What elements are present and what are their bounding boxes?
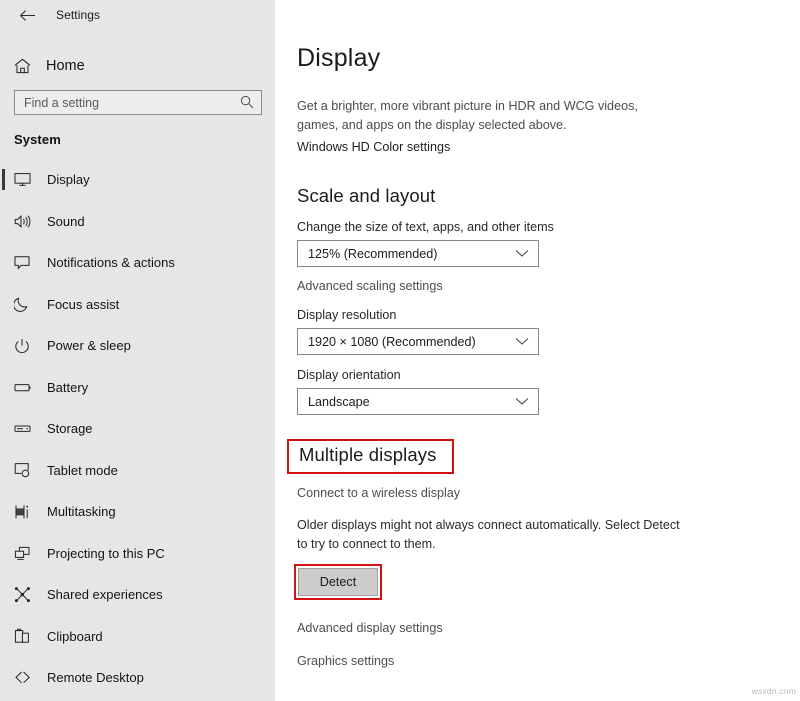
sidebar-item-battery-label: Battery <box>47 379 89 395</box>
resolution-dropdown-value: 1920 × 1080 (Recommended) <box>308 334 476 349</box>
sidebar-item-focus-assist-label: Focus assist <box>47 296 120 312</box>
sidebar-item-home-label: Home <box>46 58 85 74</box>
share-nodes-icon <box>14 586 38 603</box>
projecting-icon <box>14 546 38 561</box>
scale-and-layout-heading: Scale and layout <box>297 185 436 206</box>
chevron-down-icon <box>515 393 529 411</box>
sidebar: Settings Home System <box>0 0 275 701</box>
sidebar-item-remote-desktop[interactable]: Remote Desktop <box>0 657 275 699</box>
multiple-displays-heading: Multiple displays <box>299 444 437 465</box>
battery-icon <box>14 381 38 394</box>
detect-button[interactable]: Detect <box>298 568 378 596</box>
page-title: Display <box>297 44 381 72</box>
sidebar-item-focus-assist[interactable]: Focus assist <box>0 284 275 326</box>
sidebar-item-shared-experiences-label: Shared experiences <box>47 587 163 603</box>
watermark: wsxdn.com <box>751 686 796 696</box>
title-bar: Settings <box>0 0 275 30</box>
sidebar-nav: Display Sound Notifications & actions Fo… <box>0 159 275 699</box>
selection-indicator <box>2 169 5 190</box>
multitasking-icon <box>14 504 38 520</box>
detect-description: Older displays might not always connect … <box>297 518 680 551</box>
chevron-down-icon <box>515 333 529 351</box>
sidebar-item-display-label: Display <box>47 172 90 188</box>
power-icon <box>14 338 38 354</box>
orientation-dropdown-value: Landscape <box>308 394 370 409</box>
chevron-down-icon <box>515 245 529 263</box>
sidebar-item-sound-label: Sound <box>47 213 85 229</box>
sidebar-item-storage-label: Storage <box>47 421 93 437</box>
scale-label: Change the size of text, apps, and other… <box>297 220 554 234</box>
detect-highlight-box: Detect <box>294 564 382 600</box>
hdr-description: Get a brighter, more vibrant picture in … <box>297 99 638 132</box>
storage-icon <box>14 422 38 435</box>
speech-bubble-icon <box>14 255 38 270</box>
sidebar-item-battery[interactable]: Battery <box>0 367 275 409</box>
advanced-scaling-settings-link[interactable]: Advanced scaling settings <box>297 279 443 293</box>
resolution-label: Display resolution <box>297 308 397 322</box>
sidebar-item-tablet-mode[interactable]: Tablet mode <box>0 450 275 492</box>
footer-links: Advanced display settings Graphics setti… <box>297 621 800 668</box>
sidebar-item-storage[interactable]: Storage <box>0 408 275 450</box>
orientation-label: Display orientation <box>297 368 401 382</box>
sidebar-item-tablet-mode-label: Tablet mode <box>47 462 118 478</box>
home-icon <box>14 58 36 74</box>
remote-desktop-icon <box>14 670 38 685</box>
scale-dropdown-value: 125% (Recommended) <box>308 246 438 261</box>
multiple-displays-highlight-box: Multiple displays <box>287 439 455 474</box>
sidebar-item-projecting-label: Projecting to this PC <box>47 545 165 561</box>
sidebar-item-notifications-label: Notifications & actions <box>47 255 175 271</box>
sidebar-item-sound[interactable]: Sound <box>0 201 275 243</box>
sidebar-item-power-sleep-label: Power & sleep <box>47 338 131 354</box>
moon-icon <box>14 296 38 313</box>
clipboard-icon <box>14 628 38 644</box>
window-title: Settings <box>56 8 101 22</box>
search-input[interactable] <box>15 91 261 114</box>
back-arrow-icon[interactable] <box>12 4 42 26</box>
sidebar-item-multitasking-label: Multitasking <box>47 504 116 520</box>
sidebar-item-shared-experiences[interactable]: Shared experiences <box>0 574 275 616</box>
settings-window: Settings Home System <box>0 0 800 701</box>
sidebar-item-clipboard-label: Clipboard <box>47 628 103 644</box>
sidebar-item-power-sleep[interactable]: Power & sleep <box>0 325 275 367</box>
resolution-dropdown[interactable]: 1920 × 1080 (Recommended) <box>297 328 539 355</box>
sidebar-item-remote-desktop-label: Remote Desktop <box>47 670 144 686</box>
orientation-dropdown[interactable]: Landscape <box>297 388 539 415</box>
wireless-display-link[interactable]: Connect to a wireless display <box>297 486 460 500</box>
sidebar-item-display[interactable]: Display <box>0 159 275 201</box>
main-content: Display Get a brighter, more vibrant pic… <box>275 0 800 701</box>
search-box[interactable] <box>14 90 262 115</box>
sidebar-item-clipboard[interactable]: Clipboard <box>0 616 275 658</box>
sidebar-item-multitasking[interactable]: Multitasking <box>0 491 275 533</box>
sidebar-group-title: System <box>14 132 61 147</box>
monitor-icon <box>14 172 38 187</box>
sidebar-item-home[interactable]: Home <box>0 51 275 81</box>
graphics-settings-link[interactable]: Graphics settings <box>297 654 800 668</box>
scale-dropdown[interactable]: 125% (Recommended) <box>297 240 539 267</box>
sidebar-item-notifications[interactable]: Notifications & actions <box>0 242 275 284</box>
speaker-icon <box>14 214 38 229</box>
windows-hd-color-settings-link[interactable]: Windows HD Color settings <box>297 140 450 154</box>
sidebar-item-projecting[interactable]: Projecting to this PC <box>0 533 275 575</box>
search-icon <box>240 95 254 114</box>
tablet-mode-icon <box>14 462 38 478</box>
advanced-display-settings-link[interactable]: Advanced display settings <box>297 621 800 635</box>
